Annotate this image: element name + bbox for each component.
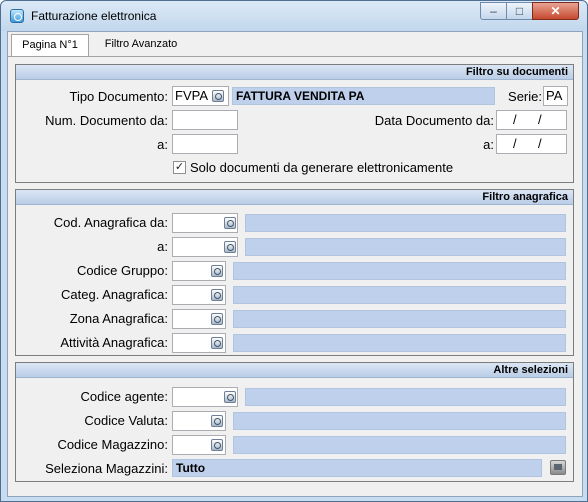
date-separator: /	[513, 112, 517, 127]
solo-elettronici-checkbox[interactable]: ✓	[173, 161, 186, 174]
codice-agente-lookup-icon[interactable]	[224, 391, 236, 403]
codice-gruppo-label: Codice Gruppo:	[76, 263, 168, 278]
categ-anagrafica-description	[233, 286, 566, 304]
codice-valuta-description	[233, 412, 566, 430]
title-bar: Fatturazione elettronica – □ ✕	[1, 1, 587, 31]
group-altre-selezioni: Altre selezioni Codice agente: Codice Va…	[15, 362, 574, 482]
codice-magazzino-label: Codice Magazzino:	[57, 437, 168, 452]
seleziona-magazzini-value: Tutto	[172, 459, 542, 477]
num-documento-da-label: Num. Documento da:	[45, 113, 168, 128]
tab-pagina-1[interactable]: Pagina N°1	[11, 34, 89, 56]
zona-anagrafica-label: Zona Anagrafica:	[69, 311, 168, 326]
categ-anagrafica-lookup-icon[interactable]	[211, 289, 223, 301]
categ-anagrafica-label: Categ. Anagrafica:	[61, 287, 168, 302]
codice-valuta-lookup-icon[interactable]	[211, 415, 223, 427]
solo-elettronici-label: Solo documenti da generare elettronicame…	[190, 160, 454, 175]
codice-gruppo-lookup-icon[interactable]	[211, 265, 223, 277]
cod-anagrafica-a-description	[245, 238, 566, 256]
cod-anagrafica-da-description	[245, 214, 566, 232]
minimize-button[interactable]: –	[480, 2, 507, 20]
group-header-altre: Altre selezioni	[16, 363, 573, 378]
select-warehouses-icon[interactable]	[550, 460, 566, 475]
zona-anagrafica-lookup-icon[interactable]	[211, 313, 223, 325]
cod-anagrafica-a-label: a:	[157, 239, 168, 254]
data-documento-da-input[interactable]: / /	[496, 110, 567, 130]
cod-anagrafica-a-lookup-icon[interactable]	[224, 241, 236, 253]
seleziona-magazzini-label: Seleziona Magazzini:	[45, 461, 168, 476]
date-separator: /	[538, 136, 542, 151]
codice-agente-description	[245, 388, 566, 406]
app-icon	[10, 9, 24, 23]
data-documento-da-label: Data Documento da:	[374, 113, 494, 128]
group-header-documenti: Filtro su documenti	[16, 65, 573, 80]
maximize-button[interactable]: □	[506, 2, 533, 20]
date-separator: /	[513, 136, 517, 151]
window-title: Fatturazione elettronica	[31, 9, 157, 23]
group-anagrafica: Filtro anagrafica Cod. Anagrafica da: a:…	[15, 189, 574, 356]
num-documento-da-input[interactable]	[172, 110, 238, 130]
app-window: Fatturazione elettronica – □ ✕ Pagina N°…	[0, 0, 588, 502]
serie-label: Serie:	[508, 89, 542, 104]
codice-gruppo-description	[233, 262, 566, 280]
tab-filtro-avanzato[interactable]: Filtro Avanzato	[96, 34, 186, 56]
attivita-anagrafica-description	[233, 334, 566, 352]
serie-input[interactable]: PA	[543, 86, 568, 106]
cod-anagrafica-da-lookup-icon[interactable]	[224, 217, 236, 229]
group-header-anagrafica: Filtro anagrafica	[16, 190, 573, 205]
cod-anagrafica-da-label: Cod. Anagrafica da:	[53, 215, 168, 230]
group-documenti: Filtro su documenti Tipo Documento: FVPA…	[15, 64, 574, 183]
codice-magazzino-description	[233, 436, 566, 454]
attivita-anagrafica-lookup-icon[interactable]	[211, 337, 223, 349]
close-button[interactable]: ✕	[532, 2, 579, 20]
data-documento-a-label: a:	[483, 137, 494, 152]
zona-anagrafica-description	[233, 310, 566, 328]
num-documento-a-input[interactable]	[172, 134, 238, 154]
date-separator: /	[538, 112, 542, 127]
tipo-documento-label: Tipo Documento:	[69, 89, 168, 104]
attivita-anagrafica-label: Attività Anagrafica:	[60, 335, 168, 350]
data-documento-a-input[interactable]: / /	[496, 134, 567, 154]
tipo-documento-lookup-icon[interactable]	[212, 90, 224, 102]
client-area: Pagina N°1 Filtro Avanzato Filtro su doc…	[7, 31, 583, 497]
codice-magazzino-lookup-icon[interactable]	[211, 439, 223, 451]
codice-agente-label: Codice agente:	[80, 389, 168, 404]
tab-divider	[8, 56, 582, 57]
codice-valuta-label: Codice Valuta:	[84, 413, 168, 428]
num-documento-a-label: a:	[157, 137, 168, 152]
tipo-documento-description: FATTURA VENDITA PA	[232, 87, 495, 105]
